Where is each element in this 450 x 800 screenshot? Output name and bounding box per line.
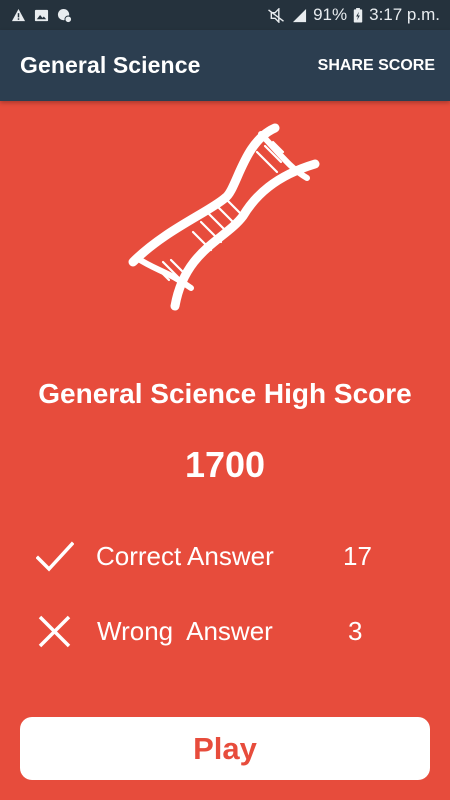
status-bar: 91% 3:17 p.m. <box>0 0 450 30</box>
battery-percent: 91% <box>313 5 348 24</box>
correct-answer-row: Correct Answer 17 <box>0 536 450 576</box>
battery-icon <box>353 7 363 23</box>
image-icon <box>34 9 49 21</box>
play-button[interactable]: Play <box>20 717 430 780</box>
app-title: General Science <box>20 52 201 78</box>
high-score-title: General Science High Score <box>38 378 412 409</box>
dna-icon <box>128 123 320 311</box>
correct-answer-label: Correct Answer <box>96 541 274 571</box>
sync-icon <box>57 8 72 23</box>
warning-icon <box>11 8 26 21</box>
app-bar: General Science SHARE SCORE <box>0 30 450 101</box>
checkmark-icon <box>36 541 74 572</box>
status-time: 3:17 p.m. <box>369 5 440 24</box>
high-score-value: 1700 <box>184 444 266 485</box>
status-left-icons <box>11 8 72 23</box>
wrong-answer-row: Wrong Answer 3 <box>0 611 450 651</box>
wrong-answer-label: Wrong Answer <box>97 616 273 646</box>
status-right: 91% 3:17 p.m. <box>266 5 440 25</box>
share-score-button[interactable]: SHARE SCORE <box>318 57 435 75</box>
wrong-answer-value: 3 <box>348 616 363 646</box>
close-icon <box>38 615 71 648</box>
correct-answer-value: 17 <box>343 541 372 571</box>
mute-icon <box>268 7 285 23</box>
signal-icon <box>293 8 307 22</box>
